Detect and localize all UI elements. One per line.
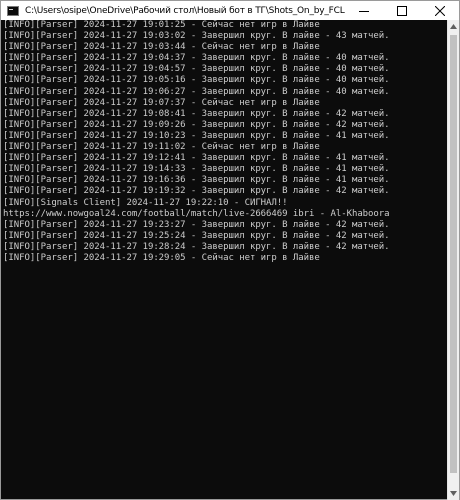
scroll-up-button[interactable] xyxy=(448,20,459,33)
console-output[interactable]: [INFO][Parser] 2024-11-27 19:01:25 - Сей… xyxy=(1,20,448,500)
console-line: [INFO][Parser] 2024-11-27 19:04:37 - Зав… xyxy=(3,53,390,64)
chevron-up-icon xyxy=(450,24,457,29)
console-line: [INFO][Parser] 2024-11-27 19:09:26 - Зав… xyxy=(3,119,390,130)
console-line: [INFO][Parser] 2024-11-27 19:03:44 - Сей… xyxy=(3,42,320,53)
vertical-scrollbar[interactable] xyxy=(447,20,459,500)
console-line: [INFO][Parser] 2024-11-27 19:19:32 - Зав… xyxy=(3,186,390,197)
console-line: [INFO][Parser] 2024-11-27 19:03:02 - Зав… xyxy=(3,31,390,42)
chevron-down-icon xyxy=(450,491,457,496)
console-line: [INFO][Parser] 2024-11-27 19:12:41 - Зав… xyxy=(3,153,390,164)
close-button[interactable] xyxy=(421,1,459,20)
console-line: [INFO][Parser] 2024-11-27 19:10:23 - Зав… xyxy=(3,130,390,141)
console-line: [INFO][Parser] 2024-11-27 19:06:27 - Зав… xyxy=(3,86,390,97)
maximize-button[interactable] xyxy=(383,1,421,20)
console-line: [INFO][Parser] 2024-11-27 19:28:24 - Зав… xyxy=(3,241,390,252)
console-window: C:\Users\osipe\OneDrive\Рабочий стол\Нов… xyxy=(0,0,460,500)
minimize-button[interactable] xyxy=(345,1,383,20)
minimize-icon xyxy=(359,10,369,12)
console-line: [INFO][Parser] 2024-11-27 19:14:33 - Зав… xyxy=(3,164,390,175)
console-line: https://www.nowgoal24.com/football/match… xyxy=(3,208,390,219)
console-line: [INFO][Parser] 2024-11-27 19:16:36 - Зав… xyxy=(3,175,390,186)
console-line: [INFO][Parser] 2024-11-27 19:23:27 - Зав… xyxy=(3,219,390,230)
console-line: [INFO][Parser] 2024-11-27 19:07:37 - Сей… xyxy=(3,97,320,108)
console-line: [INFO][Parser] 2024-11-27 19:04:57 - Зав… xyxy=(3,64,390,75)
console-app-icon[interactable] xyxy=(7,5,19,16)
console-line: [INFO][Parser] 2024-11-27 19:08:41 - Зав… xyxy=(3,108,390,119)
close-icon xyxy=(435,5,445,16)
console-line: [INFO][Signals Client] 2024-11-27 19:22:… xyxy=(3,197,288,208)
console-line: [INFO][Parser] 2024-11-27 19:05:16 - Зав… xyxy=(3,75,390,86)
maximize-icon xyxy=(397,5,407,16)
window-controls xyxy=(345,1,459,20)
title-bar[interactable]: C:\Users\osipe\OneDrive\Рабочий стол\Нов… xyxy=(1,1,459,20)
console-line: [INFO][Parser] 2024-11-27 19:29:05 - Сей… xyxy=(3,252,320,263)
window-title: C:\Users\osipe\OneDrive\Рабочий стол\Нов… xyxy=(25,5,345,16)
scrollbar-thumb[interactable] xyxy=(450,35,457,473)
console-line: [INFO][Parser] 2024-11-27 19:11:02 - Сей… xyxy=(3,142,320,153)
console-line: [INFO][Parser] 2024-11-27 19:01:25 - Сей… xyxy=(3,20,320,30)
scroll-down-button[interactable] xyxy=(448,487,459,500)
console-line: [INFO][Parser] 2024-11-27 19:25:24 - Зав… xyxy=(3,230,390,241)
